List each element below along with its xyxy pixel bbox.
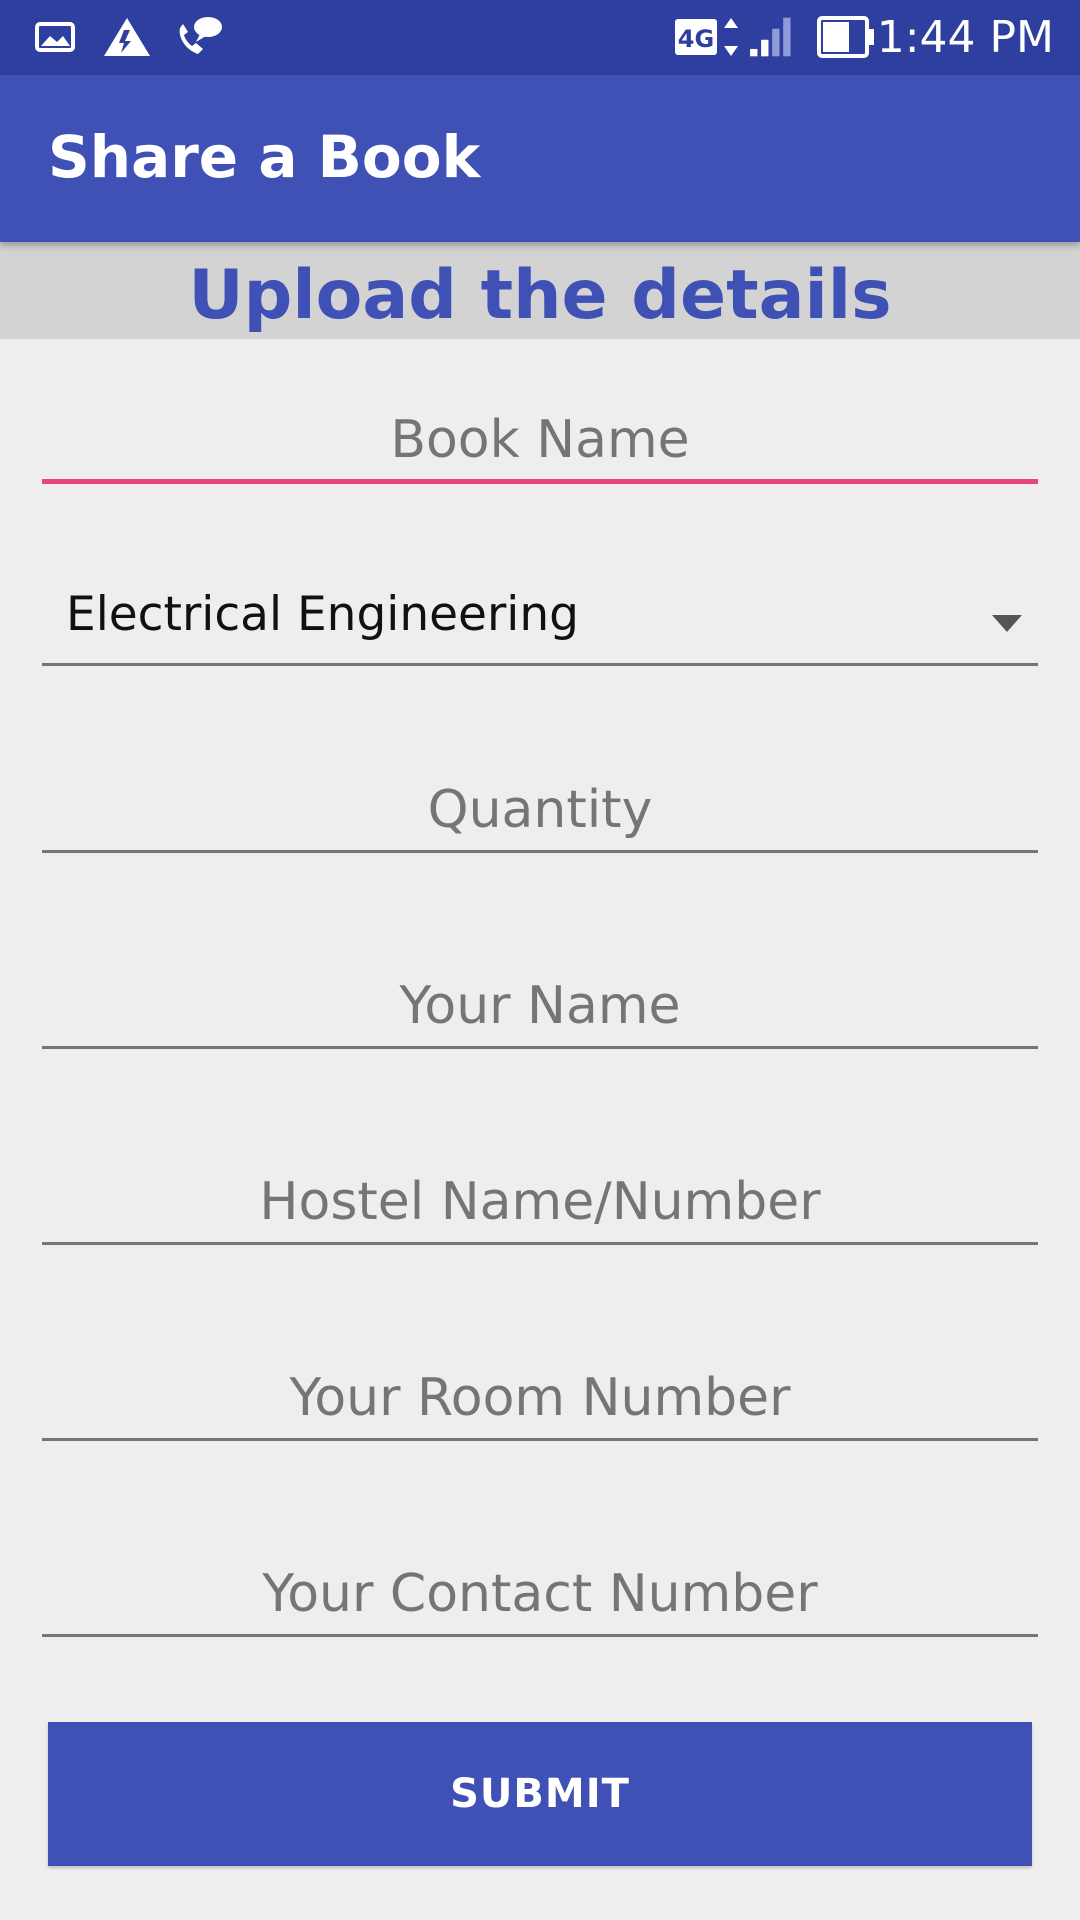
submit-button[interactable]: SUBMIT <box>48 1722 1032 1866</box>
app-title: Share a Book <box>48 123 481 191</box>
quantity-input[interactable] <box>42 770 1038 850</box>
room-number-input[interactable] <box>42 1358 1038 1438</box>
drive-icon <box>104 18 150 56</box>
department-dropdown[interactable]: Electrical Engineering <box>42 565 1038 666</box>
signal-icon <box>750 17 791 57</box>
your-name-field <box>42 966 1038 1049</box>
status-time: 1:44 PM <box>876 12 1054 63</box>
book-name-input[interactable] <box>42 400 1038 479</box>
hostel-input[interactable] <box>42 1162 1038 1242</box>
battery-icon <box>817 16 874 58</box>
your-name-input[interactable] <box>42 966 1038 1046</box>
book-name-field <box>42 400 1038 484</box>
dropdown-arrow-icon <box>992 615 1022 632</box>
photo-icon <box>35 22 75 52</box>
wifi-calling-icon <box>179 17 222 54</box>
quantity-field <box>42 770 1038 853</box>
status-bar: 4G 1:44 PM <box>0 0 1080 75</box>
contact-number-field <box>42 1554 1038 1637</box>
page-heading: Upload the details <box>188 256 892 335</box>
network-type-label: 4G <box>678 25 714 53</box>
app-bar: Share a Book <box>0 75 1080 242</box>
network-4g-icon: 4G <box>675 18 738 56</box>
contact-number-input[interactable] <box>42 1554 1038 1634</box>
department-selected-value: Electrical Engineering <box>66 587 579 642</box>
hostel-field <box>42 1162 1038 1245</box>
heading-band: Upload the details <box>0 242 1080 339</box>
room-number-field <box>42 1358 1038 1441</box>
